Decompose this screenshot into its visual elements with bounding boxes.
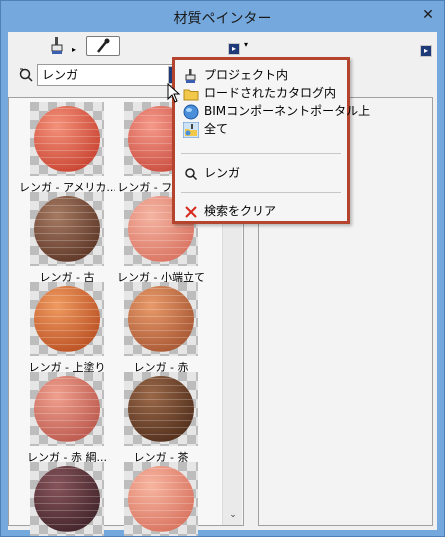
material-tile[interactable]: レンガ - 茶: [113, 372, 209, 465]
menu-item-bim-portal[interactable]: BIMコンポーネントポータル上: [183, 102, 370, 120]
material-swatch: [30, 462, 104, 536]
menu-separator: [181, 192, 341, 193]
menu-item-label: 全て: [204, 122, 229, 136]
paint-bucket-icon: [183, 68, 199, 84]
material-tile[interactable]: レンガ - 赤: [113, 282, 209, 375]
paint-options-arrow[interactable]: ▸: [72, 46, 76, 54]
paint-bucket-button[interactable]: [48, 36, 70, 58]
material-tile[interactable]: レンガ - 赤 綱...: [19, 372, 115, 465]
grid-options-dropdown-arrow[interactable]: ▾: [244, 40, 248, 49]
material-preview-sphere: [34, 106, 100, 172]
globe-icon: [183, 104, 199, 120]
search-input[interactable]: レンガ: [37, 64, 177, 86]
material-swatch: [30, 282, 104, 356]
material-tile[interactable]: レンガ - 上塗り: [19, 282, 115, 375]
material-swatch: [124, 462, 198, 536]
material-painter-window: 材質ペインター ✕ ▸ ▸ ▾ ▸ レンガ レンガ - アメリカ... レンガ …: [0, 0, 445, 537]
search-icon: [183, 166, 199, 182]
material-preview-sphere: [128, 466, 194, 532]
search-source-menu: プロジェクト内 ロードされたカタログ内 BIMコンポーネントポータル上 全て レ…: [172, 57, 370, 224]
eyedropper-button[interactable]: [86, 36, 120, 56]
material-preview-sphere: [34, 286, 100, 352]
magnifier-filter-icon: [18, 67, 38, 87]
paint-bucket-icon: [51, 37, 63, 54]
menu-separator: [181, 153, 341, 154]
menu-item-label: 検索をクリア: [204, 204, 277, 218]
menu-item-current-search[interactable]: レンガ: [183, 164, 343, 182]
material-preview-sphere: [34, 376, 100, 442]
grid-options-button[interactable]: ▸: [228, 43, 240, 55]
menu-item-label: ロードされたカタログ内: [204, 86, 337, 100]
material-swatch: [124, 372, 198, 446]
all-sources-icon: [182, 121, 200, 138]
menu-item-in-project[interactable]: プロジェクト内: [183, 66, 343, 84]
window-title: 材質ペインター: [173, 11, 272, 27]
mouse-cursor-icon: [167, 82, 181, 103]
folder-icon: [183, 86, 199, 102]
material-tile[interactable]: [113, 462, 209, 537]
menu-item-clear-search[interactable]: 検索をクリア: [183, 202, 343, 220]
material-swatch: [30, 102, 104, 176]
title-bar[interactable]: 材質ペインター ✕: [1, 1, 444, 31]
menu-item-label: レンガ: [204, 166, 241, 180]
material-tile[interactable]: レンガ - 古: [19, 192, 115, 285]
material-swatch: [124, 282, 198, 356]
menu-item-all[interactable]: 全て: [182, 120, 343, 138]
material-tile[interactable]: [19, 462, 115, 537]
menu-item-label: プロジェクト内: [204, 68, 289, 82]
detail-options-button[interactable]: ▸: [420, 45, 432, 57]
menu-item-label: BIMコンポーネントポータル上: [204, 104, 371, 118]
scroll-down-arrow[interactable]: ⌄: [223, 507, 243, 523]
eyedropper-icon: [97, 38, 110, 53]
material-tile[interactable]: レンガ - アメリカ...: [19, 102, 115, 195]
clear-x-icon: [183, 204, 199, 220]
material-preview-sphere: [128, 376, 194, 442]
material-swatch: [30, 372, 104, 446]
material-swatch: [30, 192, 104, 266]
close-button[interactable]: ✕: [416, 5, 440, 25]
material-preview-sphere: [128, 286, 194, 352]
menu-item-loaded-catalog[interactable]: ロードされたカタログ内: [183, 84, 343, 102]
material-preview-sphere: [34, 196, 100, 262]
material-preview-sphere: [34, 466, 100, 532]
